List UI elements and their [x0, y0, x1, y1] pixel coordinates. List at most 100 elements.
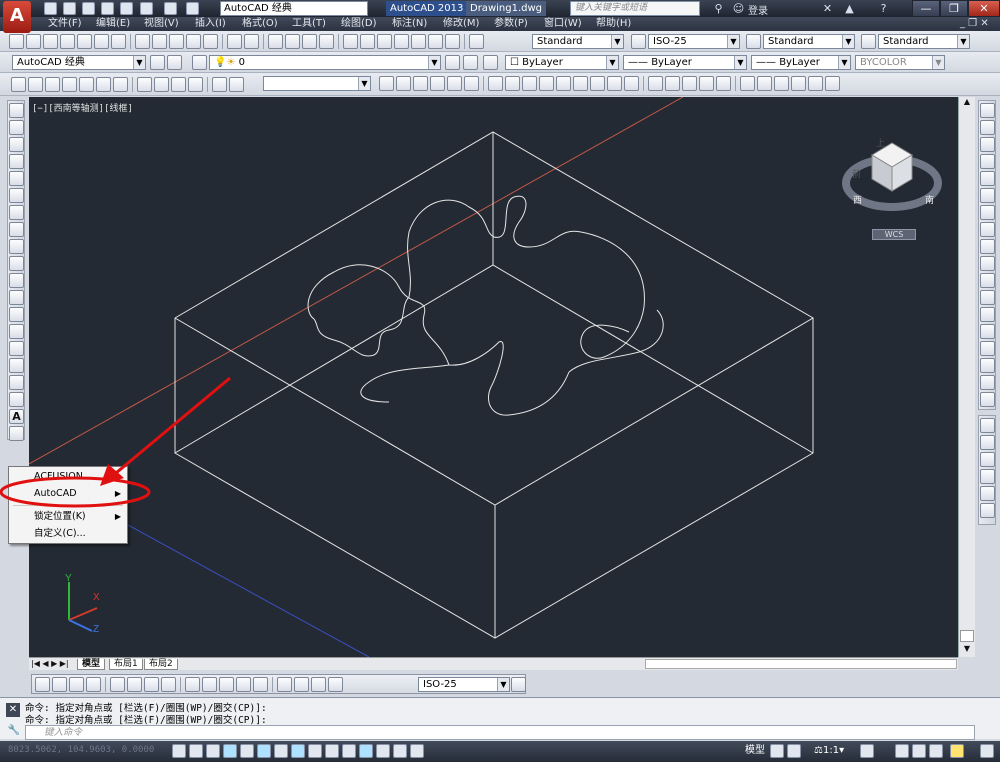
quick-view-drawings-icon[interactable] [787, 744, 801, 758]
erase-icon[interactable] [980, 103, 995, 118]
zoom-realtime-icon[interactable] [285, 34, 300, 49]
plot-toolbar-icon[interactable] [60, 34, 75, 49]
block-editor-icon[interactable] [203, 34, 218, 49]
make-current-layer-icon[interactable] [445, 55, 460, 70]
design-center-icon[interactable] [360, 34, 375, 49]
warning-icon[interactable]: ▲ [842, 1, 857, 16]
ortho-mode-icon[interactable] [223, 744, 237, 758]
preview-icon[interactable] [77, 34, 92, 49]
bring-to-front-icon[interactable] [980, 418, 995, 433]
revcloud-icon[interactable] [9, 222, 24, 237]
table-style-combo[interactable]: Standard ▼ [763, 34, 855, 49]
revolve-icon[interactable] [699, 76, 714, 91]
left-view-icon[interactable] [62, 77, 77, 92]
menu-view[interactable]: 视图(V) [144, 17, 179, 31]
dim-style-icon[interactable] [631, 34, 646, 49]
arc-length-icon[interactable] [69, 677, 84, 692]
jogged-dim-icon[interactable] [127, 677, 142, 692]
arc-icon[interactable] [9, 188, 24, 203]
menu-tools[interactable]: 工具(T) [292, 17, 326, 31]
break-at-point-icon[interactable] [980, 290, 995, 305]
explode-icon[interactable] [980, 392, 995, 407]
new-icon[interactable] [44, 2, 57, 15]
layer-previous-icon[interactable] [463, 55, 478, 70]
realistic-icon[interactable] [447, 76, 462, 91]
isolate-objects-icon[interactable] [950, 744, 964, 758]
wrench-icon[interactable]: 🔧 [7, 725, 21, 739]
trim-icon[interactable] [980, 256, 995, 271]
right-view-icon[interactable] [79, 77, 94, 92]
quick-properties-icon[interactable] [376, 744, 390, 758]
make-block-icon[interactable] [9, 307, 24, 322]
restore-button[interactable]: ❐ [940, 0, 968, 17]
menu-item-customize[interactable]: 自定义(C)... [9, 525, 127, 542]
otrack-icon[interactable] [291, 744, 305, 758]
tolerance-icon[interactable] [277, 677, 292, 692]
torus-icon[interactable] [573, 76, 588, 91]
3d-osnap-icon[interactable] [274, 744, 288, 758]
bring-above-icon[interactable] [980, 452, 995, 467]
presspull-icon[interactable] [665, 76, 680, 91]
view-combo[interactable]: ▼ [263, 76, 371, 91]
undo-toolbar-icon[interactable] [227, 34, 242, 49]
wireframe-3d-icon[interactable] [413, 76, 428, 91]
quickcalc-icon[interactable] [428, 34, 443, 49]
send-to-back-icon[interactable] [980, 435, 995, 450]
layer-state-icon[interactable] [483, 55, 498, 70]
front-view-icon[interactable] [96, 77, 111, 92]
snap-mode-icon[interactable] [189, 744, 203, 758]
point-icon[interactable] [9, 324, 24, 339]
selection-cycling-icon[interactable] [393, 744, 407, 758]
top-view-icon[interactable] [28, 77, 43, 92]
extrude-icon[interactable] [648, 76, 663, 91]
3d-align-icon[interactable] [825, 76, 840, 91]
grid-display-icon[interactable] [206, 744, 220, 758]
workspace-switcher[interactable]: AutoCAD 经典 [220, 1, 368, 16]
menu-window[interactable]: 窗口(W) [544, 17, 582, 31]
ellipse-arc-icon[interactable] [9, 273, 24, 288]
multileader-style-icon[interactable] [861, 34, 876, 49]
angular-dim-icon[interactable] [161, 677, 176, 692]
horizontal-scrollbar[interactable] [645, 659, 957, 669]
union-icon[interactable] [740, 76, 755, 91]
copy-icon[interactable] [152, 34, 167, 49]
menu-insert[interactable]: 插入(I) [195, 17, 226, 31]
menu-edit[interactable]: 编辑(E) [96, 17, 130, 31]
plot-icon[interactable] [120, 2, 133, 15]
continue-dim-icon[interactable] [219, 677, 234, 692]
annotation-visibility-icon[interactable] [860, 744, 874, 758]
dim-style-manager-icon[interactable] [511, 677, 526, 692]
zoom-icon[interactable] [229, 77, 244, 92]
circle-icon[interactable] [9, 205, 24, 220]
print-icon[interactable] [140, 2, 153, 15]
viewcube-front-face[interactable]: 前 [852, 167, 861, 180]
dim-break-icon[interactable] [253, 677, 268, 692]
dynamic-input-icon[interactable] [325, 744, 339, 758]
close-button[interactable]: ✕ [968, 0, 1000, 17]
insert-block-icon[interactable] [9, 290, 24, 305]
array-icon[interactable] [980, 171, 995, 186]
conceptual-icon[interactable] [464, 76, 479, 91]
cone-icon[interactable] [522, 76, 537, 91]
text-style-icon[interactable] [469, 34, 484, 49]
dim-space-icon[interactable] [236, 677, 251, 692]
redo-icon[interactable] [186, 2, 199, 15]
qnew-icon[interactable] [9, 34, 24, 49]
ne-iso-icon[interactable] [171, 77, 186, 92]
menu-draw[interactable]: 绘图(D) [341, 17, 377, 31]
application-menu-button[interactable]: A [3, 1, 31, 33]
quick-view-layouts-icon[interactable] [770, 744, 784, 758]
paste-icon[interactable] [169, 34, 184, 49]
helix-icon[interactable] [607, 76, 622, 91]
zoom-previous-icon[interactable] [319, 34, 334, 49]
camera-icon[interactable] [212, 77, 227, 92]
toolbar-lock-status-icon[interactable] [912, 744, 926, 758]
move-icon[interactable] [980, 188, 995, 203]
bottom-view-icon[interactable] [45, 77, 60, 92]
line-icon[interactable] [9, 103, 24, 118]
pan-icon[interactable] [268, 34, 283, 49]
linear-dim-icon[interactable] [35, 677, 50, 692]
menu-dimension[interactable]: 标注(N) [392, 17, 427, 31]
chamfer-icon[interactable] [980, 341, 995, 356]
workspace-switching-icon[interactable] [895, 744, 909, 758]
